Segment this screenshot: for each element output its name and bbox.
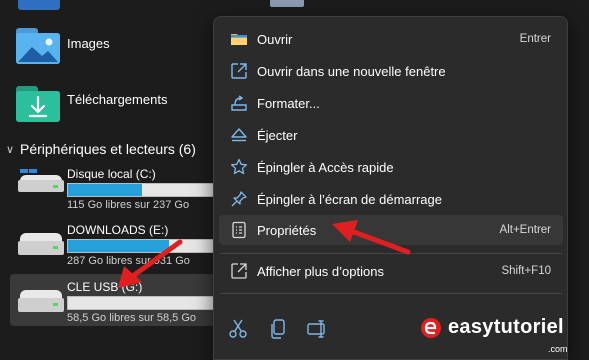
menu-item-pin-start[interactable]: Épingler à l’écran de démarrage: [219, 184, 563, 214]
menu-item-eject[interactable]: Éjecter: [219, 120, 563, 150]
menu-item-shortcut: Shift+F10: [501, 265, 551, 277]
section-devices-drives[interactable]: ∨ Périphériques et lecteurs (6): [4, 141, 196, 157]
folder-icon-partial: [18, 0, 60, 10]
drive-usage-bar: [67, 183, 215, 197]
images-folder-icon: [16, 28, 60, 64]
menu-item-shortcut: Alt+Entrer: [499, 224, 551, 236]
menu-item-label: Propriétés: [257, 222, 317, 238]
open-folder-icon: [231, 34, 247, 45]
watermark-suffix: .com: [548, 344, 568, 354]
drive-icon-partial: [270, 0, 304, 7]
menu-item-format[interactable]: Formater...: [219, 88, 563, 118]
section-title: Périphériques et lecteurs (6): [20, 141, 196, 157]
easytutoriel-logo-icon: [421, 317, 441, 338]
drive-space-text: 115 Go libres sur 237 Go: [67, 199, 190, 211]
menu-item-label: Formater...: [257, 95, 320, 111]
chevron-down-icon: ∨: [5, 143, 15, 156]
red-arrow-properties-icon: [332, 220, 411, 255]
folder-label-downloads: Téléchargements: [67, 92, 168, 107]
context-menu: Ouvrir Entrer Ouvrir dans une nouvelle f…: [213, 16, 568, 360]
drive-usage-bar: [67, 296, 215, 310]
menu-item-label: Épingler à Accès rapide: [257, 159, 394, 175]
menu-item-open[interactable]: Ouvrir Entrer: [219, 24, 563, 54]
menu-item-label: Ouvrir dans une nouvelle fenêtre: [257, 63, 446, 79]
cut-icon[interactable]: [226, 317, 250, 341]
usb-drive-icon: [18, 290, 64, 314]
downloads-folder-icon: [16, 86, 60, 122]
properties-icon: [232, 221, 246, 239]
menu-item-open-new-window[interactable]: Ouvrir dans une nouvelle fenêtre: [219, 56, 563, 86]
file-explorer-window: Images Téléchargements ∨ Périphériques e…: [0, 0, 589, 360]
menu-item-pin-quick-access[interactable]: Épingler à Accès rapide: [219, 152, 563, 182]
menu-item-shortcut: Entrer: [519, 33, 551, 45]
drive-name: Disque local (C:): [67, 167, 156, 181]
more-options-icon: [231, 263, 247, 279]
new-window-icon: [231, 63, 247, 79]
drive-icon: [18, 233, 64, 257]
eject-icon: [231, 128, 247, 142]
menu-separator: [220, 293, 562, 294]
watermark: easytutoriel: [420, 316, 564, 339]
menu-item-label: Ouvrir: [257, 31, 293, 47]
watermark-text: easytutoriel: [448, 316, 564, 338]
windows-drive-icon: [18, 169, 64, 193]
menu-item-label: Afficher plus d’options: [257, 263, 384, 279]
pin-icon: [231, 191, 247, 207]
rename-icon[interactable]: [306, 317, 330, 341]
drive-item-c[interactable]: Disque local (C:) 115 Go libres sur 237 …: [10, 163, 215, 215]
drive-space-text: 58,5 Go libres sur 58,5 Go: [67, 312, 197, 324]
folder-label-images: Images: [67, 36, 110, 51]
format-icon: [231, 95, 247, 111]
drive-name: DOWNLOADS (E:): [67, 223, 169, 237]
copy-icon[interactable]: [266, 317, 290, 341]
menu-item-more-options[interactable]: Afficher plus d’options Shift+F10: [219, 256, 563, 286]
star-icon: [230, 158, 248, 175]
menu-item-label: Épingler à l’écran de démarrage: [257, 191, 442, 207]
menu-item-label: Éjecter: [257, 127, 298, 143]
red-arrow-drive-icon: [118, 239, 183, 288]
